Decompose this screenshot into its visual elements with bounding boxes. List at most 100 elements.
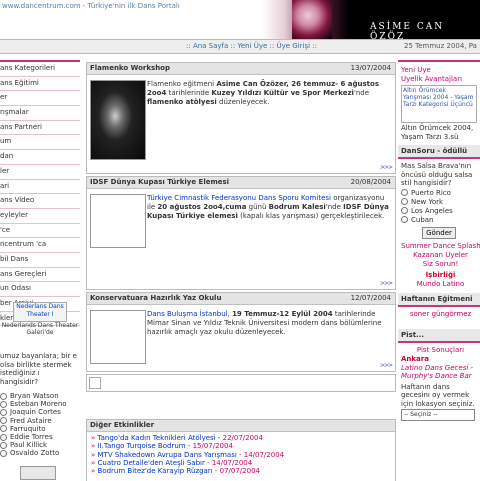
poll-option[interactable]: Puerto Rico (398, 189, 480, 198)
left-nav-item[interactable]: dan (0, 150, 80, 165)
poll-option-label: Esteban Moreno (10, 400, 67, 409)
winners-link[interactable]: Kazanan Üyeler (413, 251, 468, 259)
instructor-link[interactable]: soner güngörmez (410, 310, 471, 318)
left-nav-item[interactable]: um (0, 135, 80, 151)
news-bold: Kuzey Yıldızı Kültür ve Spor Merkezi (211, 88, 354, 97)
left-nav-item[interactable]: ans Gereçleri (0, 268, 80, 283)
new-member-link[interactable]: Yeni Üye (398, 66, 480, 75)
golden-spider-image[interactable]: Altın Örümcek Yarışması 2004 - Yaşam Tar… (401, 85, 477, 123)
radio-icon[interactable] (0, 400, 7, 408)
event-item[interactable]: » MTV Shakedown Avrupa Dans Yarışması - … (87, 451, 395, 459)
more-link[interactable]: >>> (380, 164, 393, 171)
event-link[interactable]: MTV Shakedown Avrupa Dans Yarışması (98, 451, 237, 459)
poll-option[interactable]: Joaquin Cortes (0, 408, 80, 416)
pist-header: Pist... (398, 328, 480, 343)
left-nav-item[interactable]: rışmalar (0, 106, 80, 121)
ask-us-link[interactable]: Siz Sorun! (423, 260, 459, 268)
left-nav-item[interactable]: ncentrum 'ca (0, 238, 80, 253)
news-title[interactable]: Flamenko Workshop (90, 64, 170, 72)
news-image-flamenco[interactable] (90, 80, 146, 160)
left-nav-item[interactable]: ans Eğitimi (0, 77, 80, 92)
event-item[interactable]: » Tango'da Kadın Teknikleri Atölyesi - 2… (87, 434, 395, 442)
latino-night-link[interactable]: Latino Dans Gecesi - Murphy's Dance Bar (398, 364, 480, 380)
news-title[interactable]: IDSF Dünya Kupası Türkiye Elemesi (90, 178, 229, 186)
poll-option[interactable]: Fred Astaire (0, 417, 80, 425)
news-link[interactable]: Türkiye Cimnastik Federasyonu Dans Sporu… (147, 194, 331, 202)
radio-icon[interactable] (0, 425, 7, 433)
left-nav-item[interactable]: bil Dans (0, 253, 80, 268)
poll-option[interactable]: New York (398, 198, 480, 207)
new-member-text[interactable]: Yeni Üye (401, 66, 431, 74)
event-link[interactable]: Bodrum Bitez'de Karayip Rüzgarı (98, 467, 213, 475)
left-poll-options[interactable]: Bryan Watson Esteban Moreno Joaquin Cortes… (0, 392, 80, 458)
golden-spider-caption: Altın Örümcek 2004, Yaşam Tarzı 3.sü (401, 124, 474, 141)
poll-option-label: Los Angeles (411, 206, 453, 215)
events-title: Diğer Etkinlikler (87, 420, 395, 432)
pist-results-link[interactable]: Pist Sonuçları (417, 346, 464, 354)
left-nav-item[interactable]: 'ce (0, 224, 80, 239)
radio-icon[interactable] (0, 441, 7, 449)
poll-option-label: New York (411, 197, 444, 206)
radio-icon[interactable] (0, 449, 7, 457)
event-link[interactable]: Cuatro Detalle'den Ateşli Sabır (98, 459, 205, 467)
poll-option-label: Paul Killick (10, 441, 48, 450)
left-nav-item[interactable]: un Odası (0, 282, 80, 297)
poll-option[interactable]: Farruquito (0, 425, 80, 433)
radio-icon[interactable] (0, 392, 7, 400)
radio-icon[interactable] (0, 433, 7, 441)
event-date: - 14/07/2004 (236, 450, 285, 459)
radio-icon[interactable] (401, 216, 408, 223)
ad-banner[interactable] (86, 374, 396, 392)
left-nav-item[interactable]: ans Kategorileri (0, 60, 80, 77)
left-nav-item[interactable]: ans Video (0, 194, 80, 209)
radio-icon[interactable] (0, 408, 7, 416)
nav-links-text[interactable]: :: Ana Sayfa :: Yeni Üye :: Üye Girişi :… (186, 42, 317, 50)
left-nav-item[interactable]: ler (0, 165, 80, 180)
event-link[interactable]: II.Tango Turqoise Bodrum (98, 442, 186, 450)
left-nav-item[interactable]: er (0, 91, 80, 107)
more-link[interactable]: >>> (380, 280, 393, 287)
promo-image[interactable]: Nederlans Dans Theater I (13, 302, 67, 322)
radio-icon[interactable] (401, 207, 408, 214)
poll-options[interactable]: Puerto Rico New York Los Angeles Cuban (398, 189, 480, 225)
cooperation-label: İşbirliği (425, 270, 456, 279)
radio-icon[interactable] (0, 417, 7, 425)
poll-option[interactable]: Esteban Moreno (0, 400, 80, 408)
left-promo-box[interactable]: Nederlans Dans Theater I Nederlands Dans… (0, 302, 80, 336)
right-sidebar: Yeni Üye Üyelik Avantajları Altın Örümce… (398, 60, 480, 421)
event-item[interactable]: » Cuatro Detalle'den Ateşli Sabır - 14/0… (87, 459, 395, 467)
poll-option[interactable]: Bryan Watson (0, 392, 80, 400)
top-nav-links[interactable]: :: Ana Sayfa :: Yeni Üye :: Üye Girişi :… (186, 42, 317, 50)
poll-option[interactable]: Paul Killick (0, 441, 80, 449)
poll-option[interactable]: Los Angeles (398, 207, 480, 216)
poll-option[interactable]: Cuban (398, 216, 480, 225)
poll-option[interactable]: Osvaldo Zotto (0, 449, 80, 457)
promo-title-1: Nederlans Dans (16, 303, 64, 310)
news-image-placeholder[interactable] (90, 310, 146, 364)
poll-option-label: Bryan Watson (10, 392, 59, 400)
events-box: Diğer Etkinlikler » Tango'da Kadın Tekni… (86, 419, 396, 481)
left-poll-button[interactable] (20, 466, 56, 480)
news-image-placeholder[interactable] (90, 194, 146, 248)
location-select[interactable]: -- Seçiniz -- (401, 409, 475, 421)
submit-button[interactable]: Gönder (422, 226, 456, 239)
left-nav-item[interactable]: ans Partneri (0, 121, 80, 136)
divider (398, 60, 480, 62)
summer-dance-link[interactable]: Summer Dance Splash (401, 242, 480, 250)
event-link[interactable]: Tango'da Kadın Teknikleri Atölyesi (98, 434, 216, 442)
mundo-latino-link[interactable]: Mundo Latino (417, 280, 464, 288)
membership-link[interactable]: Üyelik Avantajları (398, 75, 480, 84)
event-item[interactable]: » II.Tango Turqoise Bodrum - 15/07/2004 (87, 442, 395, 450)
top-nav-bar: :: Ana Sayfa :: Yeni Üye :: Üye Girişi :… (0, 39, 480, 54)
poll-option[interactable]: Eddie Torres (0, 433, 80, 441)
membership-text[interactable]: Üyelik Avantajları (401, 75, 462, 83)
event-item[interactable]: » Bodrum Bitez'de Karayip Rüzgarı - 07/0… (87, 467, 395, 475)
left-nav-item[interactable]: ari (0, 180, 80, 195)
radio-icon[interactable] (401, 198, 408, 205)
news-link[interactable]: Dans Buluşma İstanbul (147, 310, 228, 318)
news-title[interactable]: Konservatuara Hazırlık Yaz Okulu (90, 294, 221, 302)
radio-icon[interactable] (401, 189, 408, 196)
more-link[interactable]: >>> (380, 362, 393, 369)
left-nav-item[interactable]: eyleyler (0, 209, 80, 224)
news-item: IDSF Dünya Kupası Türkiye Elemesi 20/08/… (86, 176, 396, 290)
